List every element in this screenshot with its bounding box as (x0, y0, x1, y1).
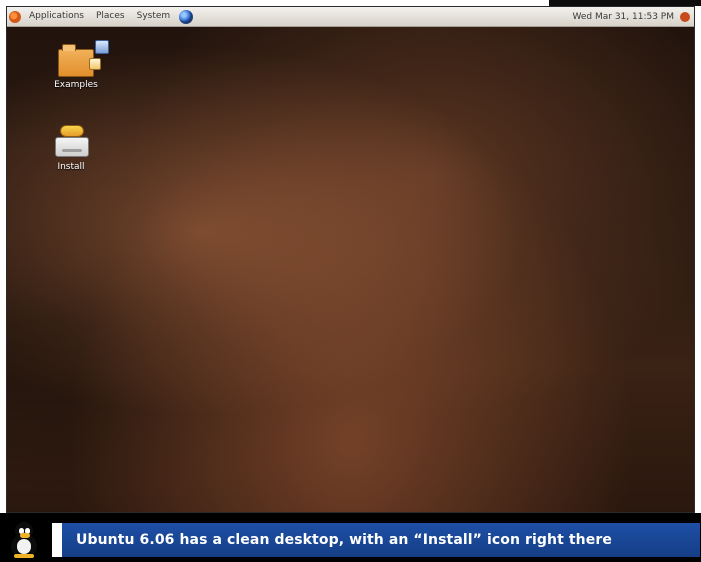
panel-clock[interactable]: Wed Mar 31, 11:53 PM (567, 12, 681, 22)
system-tray-icon[interactable] (680, 11, 690, 22)
desktop-icon-label: Install (57, 162, 85, 172)
caption-container: Ubuntu 6.06 has a clean desktop, with an… (0, 513, 701, 562)
tux-penguin-icon (8, 522, 40, 558)
panel-menus: Applications Places System (7, 7, 196, 26)
places-menu[interactable]: Places (90, 7, 131, 26)
desktop-background[interactable]: Examples Install (7, 27, 694, 512)
folder-icon (58, 40, 109, 77)
desktop-icon-install[interactable]: Install (36, 125, 106, 172)
caption-text: Ubuntu 6.06 has a clean desktop, with an… (76, 532, 612, 548)
applications-menu[interactable]: Applications (23, 7, 90, 26)
install-icon (54, 125, 89, 159)
tux-feet (14, 554, 34, 558)
web-browser-launcher-icon[interactable] (179, 9, 194, 24)
screenshot-caption: Ubuntu 6.06 has a clean desktop, with an… (0, 513, 701, 562)
document-badge-icon (95, 40, 109, 54)
install-drive-icon (55, 137, 89, 157)
tux-beak (20, 533, 30, 538)
caption-bar: Ubuntu 6.06 has a clean desktop, with an… (52, 523, 700, 557)
system-menu[interactable]: System (131, 7, 177, 26)
applications-menu-label: Applications (29, 11, 84, 21)
system-menu-label: System (136, 11, 171, 21)
tux-belly (17, 539, 31, 554)
ubuntu-desktop-screenshot: Applications Places System Wed Mar 31, 1… (6, 6, 695, 513)
top-panel: Applications Places System Wed Mar 31, 1… (7, 7, 694, 27)
desktop-icon-examples[interactable]: Examples (41, 40, 111, 90)
ubuntu-logo-icon (9, 10, 21, 23)
desktop-icon-label: Examples (54, 80, 98, 90)
install-disk-icon (60, 125, 84, 137)
places-menu-label: Places (95, 11, 125, 21)
panel-right: Wed Mar 31, 11:53 PM (567, 7, 695, 26)
